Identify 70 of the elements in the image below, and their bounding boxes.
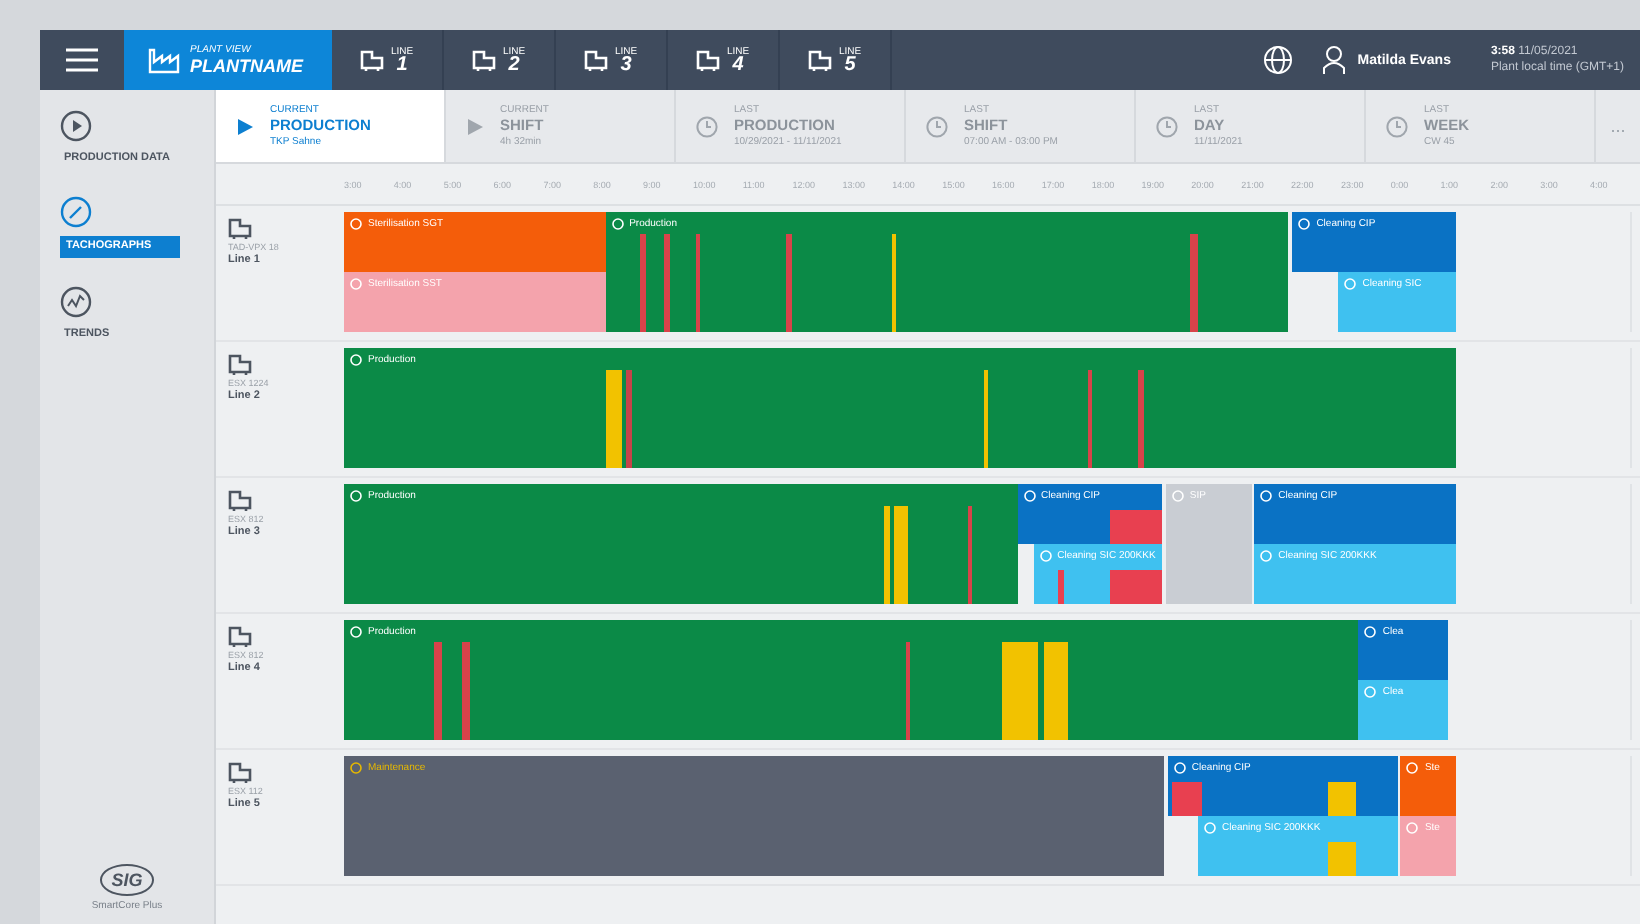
status-circle-icon [1260,490,1273,502]
company-logo: SIG [99,864,155,896]
clock-icon [926,115,948,137]
play-icon [236,117,254,135]
status-circle-icon [1298,218,1311,230]
gauge-icon [60,196,92,228]
machine-icon [228,762,252,784]
event-marker [906,641,911,740]
event-marker [1057,569,1064,604]
factory-icon [148,46,180,74]
event-marker [695,233,700,332]
event-marker [1328,781,1357,816]
machine-icon [228,218,252,240]
status-circle-icon [350,218,362,230]
status-circle-icon [1406,822,1419,834]
clock-icon [1156,115,1178,137]
status-circle-icon [611,218,624,230]
event-marker [894,505,909,604]
event-marker [1087,369,1092,468]
event-marker [968,505,973,604]
machine-icon [696,49,721,71]
status-circle-icon [350,626,362,638]
menu-icon[interactable] [66,48,98,72]
status-circle-icon [350,762,362,774]
clock-icon [696,115,718,137]
event-marker [663,233,670,332]
machine-icon [472,49,497,71]
event-marker [639,233,646,332]
status-circle-icon [350,278,362,290]
event-marker [984,369,989,468]
event-marker [1189,233,1198,332]
status-circle-icon [1260,550,1273,562]
event-marker [1137,369,1144,468]
machine-icon [808,49,833,71]
play-icon [466,117,484,135]
machine-icon [360,49,385,71]
event-marker [434,641,443,740]
status-circle-icon [1171,490,1184,502]
status-circle-icon [1364,686,1377,698]
trend-chart-icon [60,286,92,318]
status-circle-icon [1203,822,1216,834]
status-circle-icon [1364,626,1377,638]
clock-icon [1386,115,1408,137]
event-marker [1109,569,1162,604]
status-circle-icon [1173,762,1186,774]
event-marker [1043,641,1068,740]
status-circle-icon [350,490,362,502]
event-marker [625,369,632,468]
status-circle-icon [1406,762,1419,774]
status-circle-icon [1039,550,1052,562]
machine-icon [228,354,252,376]
machine-icon [228,626,252,648]
machine-icon [584,49,609,71]
status-circle-icon [1344,278,1357,290]
globe-icon[interactable] [1261,44,1294,76]
event-marker [884,505,891,604]
status-circle-icon [1023,490,1036,502]
plant-name: PLANTNAME [190,56,303,76]
event-marker [1328,841,1357,876]
event-marker [462,641,471,740]
event-marker [892,233,897,332]
event-marker [786,233,792,332]
event-marker [605,369,622,468]
event-marker [1109,509,1162,544]
event-marker [1171,781,1202,816]
status-circle-icon [350,354,362,366]
machine-icon [228,490,252,512]
play-circle-icon [60,110,92,142]
user-icon[interactable] [1321,44,1346,76]
event-marker [1001,641,1038,740]
